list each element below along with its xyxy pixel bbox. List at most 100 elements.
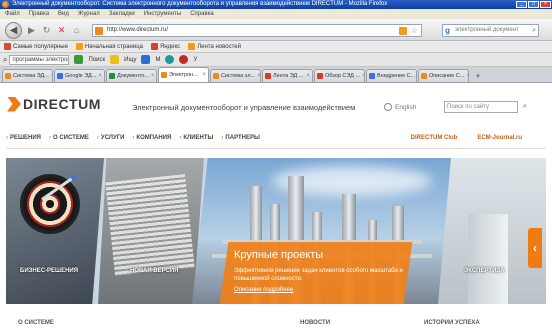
bookmark-icon — [151, 43, 158, 50]
tab-close-icon[interactable]: × — [202, 72, 206, 78]
red-addon-icon[interactable] — [179, 55, 189, 64]
heart-icon[interactable] — [110, 55, 120, 64]
nav-item-about-system[interactable]: › О СИСТЕМЕ — [49, 135, 89, 141]
rss-icon[interactable] — [399, 27, 407, 35]
browser-tab[interactable]: Система ЭД...× — [2, 69, 53, 82]
tab-close-icon[interactable]: × — [51, 73, 52, 79]
toolbar-item-find[interactable]: Ищу — [124, 57, 136, 63]
tab-favicon — [265, 73, 271, 79]
address-bar[interactable]: http://www.directum.ru/ ☆ — [92, 24, 422, 37]
minimize-button[interactable]: _ — [516, 1, 527, 8]
nav-item-company[interactable]: › КОМПАНИЯ — [132, 135, 171, 141]
promo-title[interactable]: Крупные проекты — [234, 249, 323, 261]
tab-close-icon[interactable]: × — [151, 73, 155, 79]
caption-expertise[interactable]: ЭКСПЕРТИЗА — [464, 268, 505, 274]
slider-prev-button[interactable]: ‹ — [528, 228, 542, 268]
browser-search-bar[interactable]: g электронный документ ⌕ — [442, 24, 539, 37]
url-text[interactable]: http://www.directum.ru/ — [107, 25, 168, 36]
green-addon-icon[interactable] — [74, 55, 84, 64]
menu-history[interactable]: Журнал — [78, 9, 100, 19]
site-search-icon[interactable]: ⌕ — [520, 102, 530, 112]
browser-tab-active[interactable]: Электрон... × — [158, 67, 209, 82]
hero-panel-new-version[interactable] — [98, 158, 204, 304]
footer-success-stories[interactable]: ИСТОРИИ УСПЕХА — [424, 320, 480, 326]
tab-close-icon[interactable]: × — [306, 73, 310, 79]
browser-tab[interactable]: Внедрение С...× — [366, 69, 417, 82]
back-button[interactable]: ◀ — [5, 22, 22, 39]
addon-toolbar: ⌕ программы электронного д Поиск Ищу M У — [0, 53, 552, 67]
browser-tab[interactable]: Система эл... × — [210, 69, 261, 82]
bookmarks-bar: Самые популярные Начальная страница Янде… — [0, 41, 552, 53]
menu-bookmarks[interactable]: Закладки — [109, 9, 135, 19]
home-icon[interactable]: ⌂ — [71, 25, 82, 36]
browser-tab[interactable]: Google ЭД... × — [54, 69, 105, 82]
google-icon[interactable]: g — [445, 26, 450, 36]
maximize-button[interactable]: □ — [528, 1, 539, 8]
toolbar-item-search[interactable]: Поиск — [88, 57, 105, 63]
promo-details-link[interactable]: Описание подробнее — [234, 287, 293, 293]
menu-edit[interactable]: Правка — [29, 9, 49, 19]
hero-panel-business-solutions[interactable] — [6, 158, 104, 304]
caption-new-version[interactable]: НОВАЯ ВЕРСИЯ — [130, 268, 179, 274]
weather-icon[interactable] — [165, 55, 175, 64]
link-directum-club[interactable]: DIRECTUM Club — [411, 135, 458, 141]
nav-item-clients[interactable]: › КЛИЕНТЫ — [179, 135, 213, 141]
toolbar-search[interactable]: ⌕ программы электронного д — [3, 54, 70, 65]
tab-label: Google ЭД... — [65, 73, 97, 79]
stop-icon[interactable]: ✕ — [56, 25, 67, 36]
dartboard-image — [20, 174, 80, 234]
mail-icon[interactable] — [141, 55, 151, 64]
bookmark-star-icon[interactable]: ☆ — [411, 25, 418, 36]
tab-close-icon[interactable]: × — [362, 73, 364, 79]
new-tab-button[interactable]: + — [472, 70, 484, 82]
nav-item-services[interactable]: › УСЛУГИ — [97, 135, 125, 141]
reload-icon[interactable]: ↻ — [41, 25, 52, 36]
tab-label: Система эл... — [221, 73, 256, 79]
nav-arrow-icon: › — [179, 135, 182, 141]
language-label[interactable]: English — [395, 104, 416, 111]
browser-search-input[interactable]: электронный документ — [455, 25, 519, 36]
bookmark-most-visited[interactable]: Самые популярные — [4, 43, 68, 50]
browser-tab[interactable]: Документо... × — [106, 69, 157, 82]
menu-help[interactable]: Справка — [190, 9, 214, 19]
tab-strip: Система ЭД...× Google ЭД...× Документо..… — [0, 67, 552, 83]
nav-arrow-icon: › — [6, 135, 8, 141]
toolbar-search-input[interactable]: программы электронного д — [9, 54, 70, 65]
menu-view[interactable]: Вид — [58, 9, 69, 19]
bookmark-news-feed[interactable]: Лента новостей — [188, 43, 241, 50]
directum-logo[interactable]: DIRECTUM — [7, 96, 101, 112]
footer-news[interactable]: НОВОСТИ — [300, 320, 330, 326]
caption-business-solutions[interactable]: БИЗНЕС-РЕШЕНИЯ — [20, 268, 78, 274]
toolbar-item-mail[interactable]: M — [155, 57, 160, 63]
search-icon[interactable]: ⌕ — [532, 25, 536, 36]
browser-tab[interactable]: Обзор СЭД ...× — [314, 69, 365, 82]
tab-favicon — [421, 73, 427, 79]
footer-about-system[interactable]: О СИСТЕМЕ — [18, 320, 54, 326]
site-favicon — [95, 27, 103, 35]
nav-item-solutions[interactable]: › РЕШЕНИЯ — [6, 135, 41, 141]
menu-tools[interactable]: Инструменты — [144, 9, 181, 19]
nav-item-partners[interactable]: › ПАРТНЕРЫ — [221, 135, 259, 141]
tab-close-icon[interactable]: × — [466, 73, 468, 79]
tab-favicon — [369, 73, 375, 79]
bookmark-icon — [4, 43, 11, 50]
bookmark-label: Самые популярные — [13, 43, 68, 50]
window-title: Электронный документооборот. Система эле… — [12, 1, 388, 7]
browser-tab[interactable]: Лента ЭД ... × — [262, 69, 313, 82]
site-search-input[interactable]: Поиск по сайту — [444, 101, 518, 113]
menu-file[interactable]: Файл — [5, 9, 20, 19]
tab-close-icon[interactable]: × — [257, 73, 260, 79]
link-ecm-journal[interactable]: ECM-Journal.ru — [477, 135, 522, 141]
toolbar-item-user[interactable]: У — [193, 57, 197, 63]
forward-icon[interactable]: ▶ — [26, 25, 37, 36]
language-switch[interactable]: English — [384, 103, 416, 111]
hero-slider: БИЗНЕС-РЕШЕНИЯ НОВАЯ ВЕРСИЯ ЭКСПЕРТИЗА К… — [6, 158, 546, 304]
tab-label: Документо... — [117, 73, 149, 79]
browser-tab[interactable]: Описание С...× — [418, 69, 469, 82]
bookmark-start-page[interactable]: Начальная страница — [75, 43, 143, 50]
close-window-button[interactable]: × — [540, 1, 551, 8]
tab-close-icon[interactable]: × — [98, 73, 102, 79]
bookmark-yandex[interactable]: Яндекс — [151, 43, 180, 50]
bookmark-icon — [75, 43, 83, 50]
tab-label: Электрон... — [169, 72, 198, 78]
